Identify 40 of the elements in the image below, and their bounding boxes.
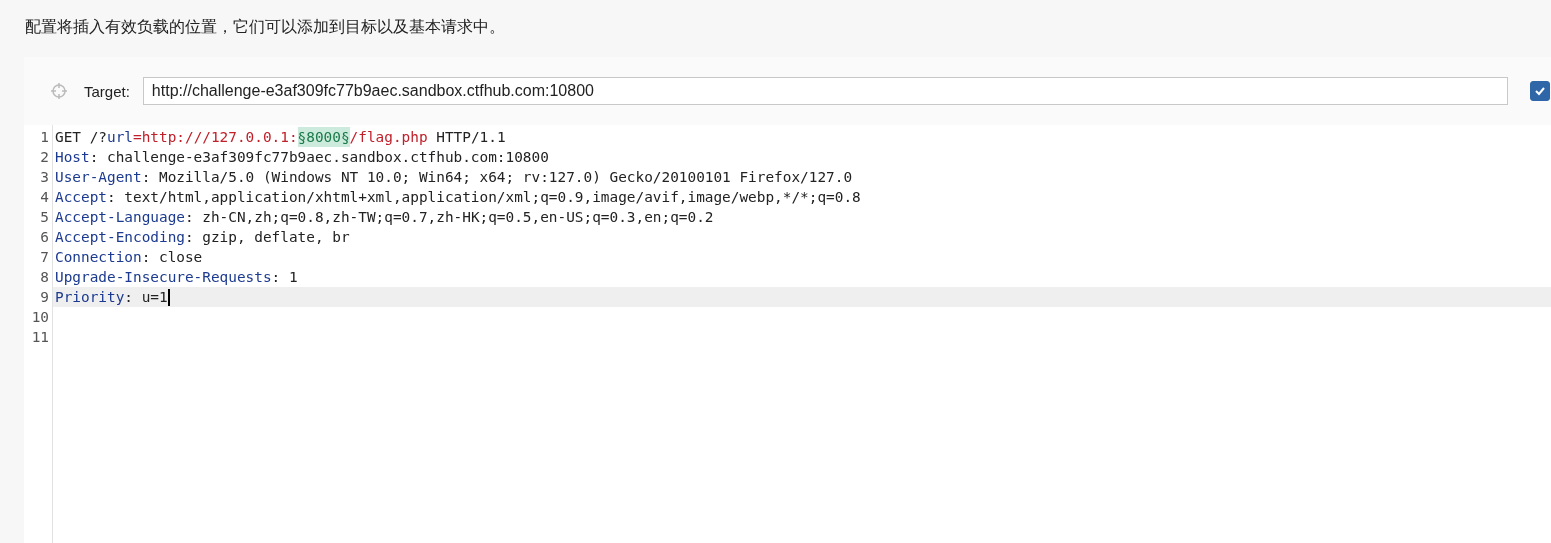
- target-field[interactable]: http://challenge-e3af309fc77b9aec.sandbox.ctfhub.com:10800: [142, 77, 1508, 105]
- code-text: HTTP/1.1: [435, 128, 506, 147]
- code-text: User-Agent: [55, 168, 142, 187]
- code-text: : Mozilla/5.0 (Windows NT 10.0; Win64; x64; rv:127.0) Gecko/20100101 Firefox/127.0: [141, 168, 853, 187]
- line-number: 7: [39, 248, 50, 267]
- line-number: 5: [39, 208, 50, 227]
- line-number: 10: [30, 308, 50, 327]
- text-cursor: [167, 288, 170, 306]
- code-text: url: [107, 128, 133, 147]
- code-text: : zh-CN,zh;q=0.8,zh-TW;q=0.7,zh-HK;q=0.5,en-US;q=0.3,en;q=0.2: [184, 208, 714, 227]
- target-label: Target:: [84, 82, 130, 100]
- code-text: : text/html,application/xhtml+xml,application/xml;q=0.9,image/avif,image/webp,*/*;q=0.8: [107, 188, 861, 207]
- payload-marker: §8000§: [297, 127, 350, 147]
- code-text: : 1: [271, 268, 298, 287]
- line-number: 4: [39, 188, 50, 207]
- code-text: Accept: [55, 188, 107, 207]
- line-number: 1: [39, 128, 50, 147]
- checkbox[interactable]: [1529, 81, 1550, 101]
- code-text: : u=1: [124, 288, 168, 307]
- code-text: : close: [141, 248, 203, 267]
- line-number: 6: [39, 228, 50, 247]
- line-number: 3: [39, 168, 50, 187]
- code-text: Accept-Language: [55, 208, 185, 227]
- code-text: : challenge-e3af309fc77b9aec.sandbox.ctfhub.com:10800: [89, 148, 549, 167]
- code-text: : gzip, deflate, br: [184, 228, 350, 247]
- crosshair-icon: [51, 83, 67, 99]
- code-text: Accept-Encoding: [55, 228, 185, 247]
- code-text: /flag.php: [349, 128, 428, 147]
- code-text: Host: [55, 148, 90, 167]
- description-text: 配置将插入有效负载的位置，它们可以添加到目标以及基本请求中。: [24, 17, 506, 37]
- code-text: Connection: [55, 248, 142, 267]
- line-number: 11: [30, 328, 50, 347]
- code-text: GET /?: [55, 128, 107, 147]
- code-text: =http:///127.0.0.1:: [133, 128, 298, 147]
- code-text: Upgrade-Insecure-Requests: [55, 268, 272, 287]
- line-number: 2: [39, 148, 50, 167]
- line-number: 8: [39, 268, 50, 287]
- line-number: 9: [39, 288, 50, 307]
- checkmark-icon: [1533, 85, 1546, 97]
- code-text: Priority: [55, 288, 125, 307]
